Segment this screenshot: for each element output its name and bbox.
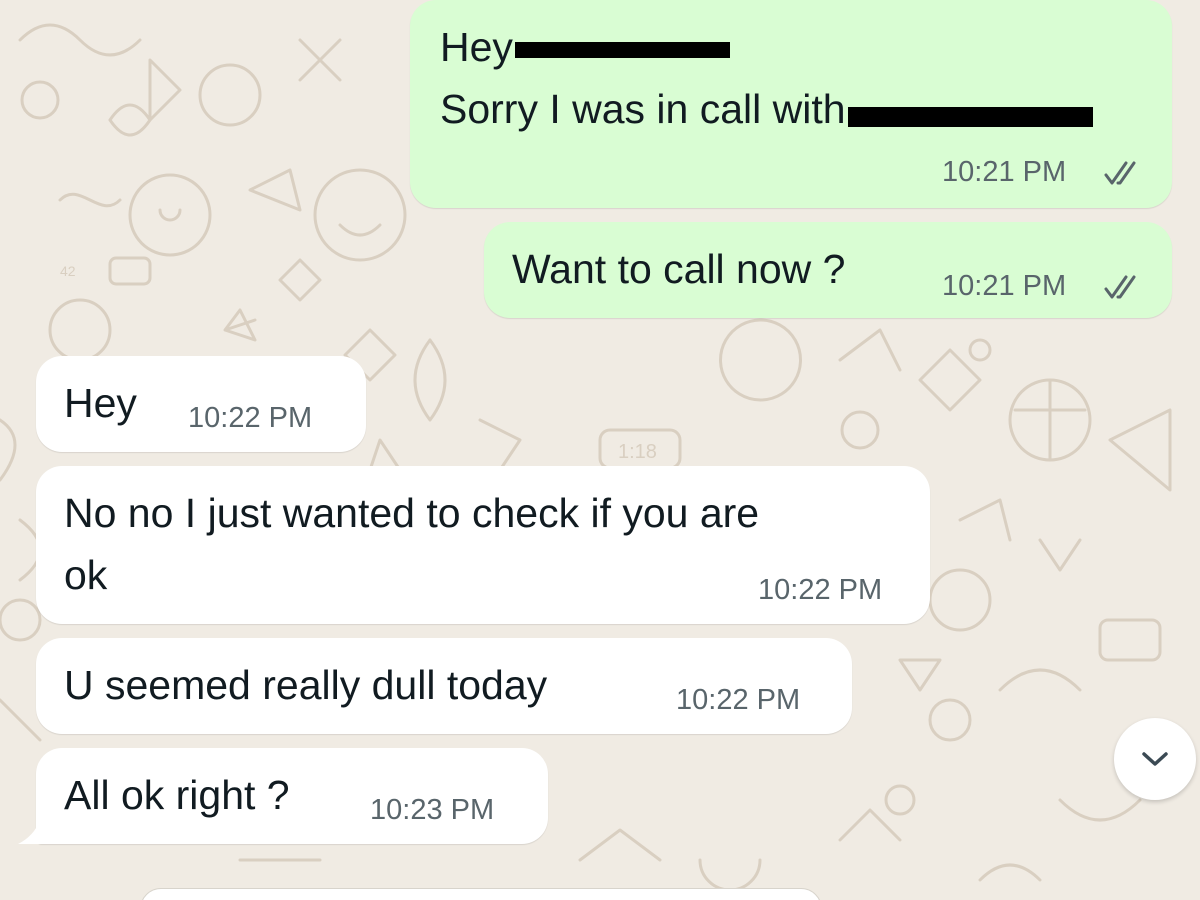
chevron-down-icon bbox=[1142, 752, 1168, 766]
redacted-name bbox=[514, 42, 730, 59]
bubble-tail bbox=[18, 820, 48, 844]
message-bubble-outgoing[interactable]: Want to call now ? 10:21 PM bbox=[484, 222, 1172, 318]
message-input[interactable] bbox=[140, 888, 822, 900]
message-bubble-outgoing[interactable]: Hey Sorry I was in call with 10:21 PM bbox=[410, 0, 1172, 208]
message-time: 10:21 PM bbox=[942, 156, 1067, 188]
message-time: 10:22 PM bbox=[676, 684, 801, 716]
message-list: Hey Sorry I was in call with 10:21 PM Wa… bbox=[0, 0, 1200, 900]
double-check-icon bbox=[1104, 161, 1136, 185]
message-line: No no I just wanted to check if you are bbox=[64, 490, 760, 536]
message-text: Want to call now ? bbox=[512, 246, 846, 292]
redacted-name bbox=[847, 107, 1093, 128]
message-time: 10:23 PM bbox=[370, 794, 495, 826]
double-check-icon bbox=[1104, 275, 1136, 299]
message-text: All ok right ? bbox=[64, 772, 290, 818]
message-text: U seemed really dull today bbox=[64, 662, 548, 708]
message-bubble-incoming[interactable]: All ok right ? 10:23 PM bbox=[36, 748, 548, 844]
message-text: Hey bbox=[64, 380, 137, 426]
message-time: 10:22 PM bbox=[188, 402, 313, 434]
message-time: 10:21 PM bbox=[942, 270, 1067, 302]
message-line: Hey bbox=[440, 16, 1093, 78]
message-bubble-incoming[interactable]: U seemed really dull today 10:22 PM bbox=[36, 638, 852, 734]
message-line: ok bbox=[64, 552, 108, 598]
message-bubble-incoming[interactable]: No no I just wanted to check if you are … bbox=[36, 466, 930, 624]
message-time: 10:22 PM bbox=[758, 574, 883, 606]
message-bubble-incoming[interactable]: Hey 10:22 PM bbox=[36, 356, 366, 452]
scroll-to-bottom-button[interactable] bbox=[1114, 718, 1196, 800]
message-line: Sorry I was in call with bbox=[440, 78, 1093, 140]
